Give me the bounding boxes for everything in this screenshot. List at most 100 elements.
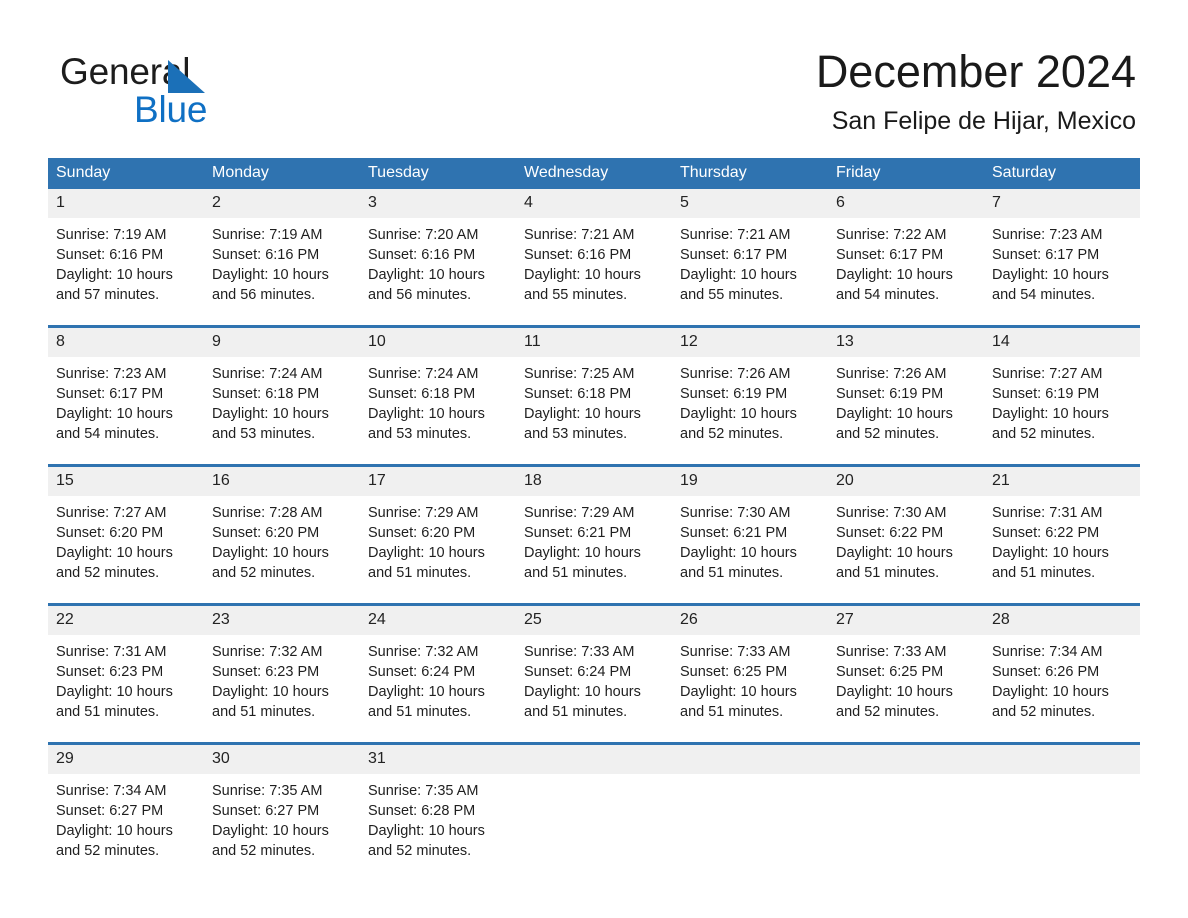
- calendar-day-cell[interactable]: 27 Sunrise: 7:33 AM Sunset: 6:25 PM Dayligh…: [828, 603, 984, 744]
- sunrise-text: Sunrise: 7:27 AM: [992, 366, 1103, 382]
- day-details: Sunrise: 7:24 AM Sunset: 6:18 PM Daylight:…: [204, 357, 360, 464]
- day-details: [984, 774, 1140, 881]
- calendar-day-cell[interactable]: 10 Sunrise: 7:24 AM Sunset: 6:18 PM Dayligh…: [360, 325, 516, 466]
- day-details: Sunrise: 7:26 AM Sunset: 6:19 PM Daylight:…: [828, 357, 984, 464]
- calendar-week-row: 15 Sunrise: 7:27 AM Sunset: 6:20 PM Dayligh…: [48, 464, 1140, 605]
- calendar-day-cell[interactable]: 29 Sunrise: 7:34 AM Sunset: 6:27 PM Dayligh…: [48, 742, 204, 881]
- day-number: 30: [204, 745, 360, 774]
- day-details: Sunrise: 7:22 AM Sunset: 6:17 PM Daylight:…: [828, 218, 984, 325]
- daylight-text-line2: and 51 minutes.: [56, 704, 160, 720]
- location-subtitle: San Felipe de Hijar, Mexico: [831, 107, 1136, 135]
- day-details: Sunrise: 7:33 AM Sunset: 6:24 PM Daylight:…: [516, 635, 672, 742]
- daylight-text-line2: and 54 minutes.: [992, 287, 1096, 303]
- calendar-day-cell[interactable]: 12 Sunrise: 7:26 AM Sunset: 6:19 PM Dayligh…: [672, 325, 828, 466]
- day-number: 1: [48, 189, 204, 218]
- daylight-text-line1: Daylight: 10 hours: [680, 684, 797, 700]
- calendar-day-cell[interactable]: 16 Sunrise: 7:28 AM Sunset: 6:20 PM Dayligh…: [204, 464, 360, 605]
- daylight-text-line2: and 56 minutes.: [368, 287, 472, 303]
- calendar-day-cell[interactable]: 22 Sunrise: 7:31 AM Sunset: 6:23 PM Dayligh…: [48, 603, 204, 744]
- daylight-text-line1: Daylight: 10 hours: [368, 545, 485, 561]
- calendar-day-cell[interactable]: 30 Sunrise: 7:35 AM Sunset: 6:27 PM Dayligh…: [204, 742, 360, 881]
- sunrise-text: Sunrise: 7:22 AM: [836, 227, 947, 243]
- day-number: [672, 745, 828, 774]
- day-number: 10: [360, 328, 516, 357]
- day-number: 12: [672, 328, 828, 357]
- calendar-day-cell[interactable]: 8 Sunrise: 7:23 AM Sunset: 6:17 PM Daylight…: [48, 325, 204, 466]
- day-number: 17: [360, 467, 516, 496]
- sunrise-text: Sunrise: 7:34 AM: [992, 644, 1103, 660]
- calendar-day-cell[interactable]: 24 Sunrise: 7:32 AM Sunset: 6:24 PM Dayligh…: [360, 603, 516, 744]
- calendar-day-cell[interactable]: 25 Sunrise: 7:33 AM Sunset: 6:24 PM Dayligh…: [516, 603, 672, 744]
- calendar-day-cell[interactable]: 17 Sunrise: 7:29 AM Sunset: 6:20 PM Dayligh…: [360, 464, 516, 605]
- day-number: 8: [48, 328, 204, 357]
- calendar-day-cell[interactable]: 11 Sunrise: 7:25 AM Sunset: 6:18 PM Dayligh…: [516, 325, 672, 466]
- daylight-text-line1: Daylight: 10 hours: [836, 684, 953, 700]
- sunrise-text: Sunrise: 7:21 AM: [524, 227, 635, 243]
- day-details: Sunrise: 7:23 AM Sunset: 6:17 PM Daylight:…: [48, 357, 204, 464]
- calendar-day-cell[interactable]: 26 Sunrise: 7:33 AM Sunset: 6:25 PM Dayligh…: [672, 603, 828, 744]
- sunset-text: Sunset: 6:18 PM: [212, 386, 320, 402]
- sunrise-text: Sunrise: 7:27 AM: [56, 505, 167, 521]
- daylight-text-line2: and 52 minutes.: [56, 843, 160, 859]
- sunset-text: Sunset: 6:20 PM: [368, 525, 476, 541]
- sunrise-text: Sunrise: 7:33 AM: [836, 644, 947, 660]
- daylight-text-line1: Daylight: 10 hours: [524, 684, 641, 700]
- day-number: 11: [516, 328, 672, 357]
- daylight-text-line1: Daylight: 10 hours: [368, 823, 485, 839]
- sunset-text: Sunset: 6:16 PM: [368, 247, 476, 263]
- daylight-text-line2: and 52 minutes.: [992, 426, 1096, 442]
- day-number: [516, 745, 672, 774]
- daylight-text-line1: Daylight: 10 hours: [212, 267, 329, 283]
- sunset-text: Sunset: 6:21 PM: [680, 525, 788, 541]
- calendar-day-cell[interactable]: 14 Sunrise: 7:27 AM Sunset: 6:19 PM Dayligh…: [984, 325, 1140, 466]
- day-number: [984, 745, 1140, 774]
- calendar-day-cell[interactable]: 23 Sunrise: 7:32 AM Sunset: 6:23 PM Dayligh…: [204, 603, 360, 744]
- sunrise-text: Sunrise: 7:24 AM: [368, 366, 479, 382]
- day-number: 24: [360, 606, 516, 635]
- calendar-day-cell[interactable]: 21 Sunrise: 7:31 AM Sunset: 6:22 PM Dayligh…: [984, 464, 1140, 605]
- calendar-day-cell[interactable]: 15 Sunrise: 7:27 AM Sunset: 6:20 PM Dayligh…: [48, 464, 204, 605]
- title-block: December 2024 San Felipe de Hijar, Mexic…: [816, 44, 1136, 138]
- day-number: 14: [984, 328, 1140, 357]
- sunrise-text: Sunrise: 7:32 AM: [368, 644, 479, 660]
- calendar-day-cell[interactable]: 9 Sunrise: 7:24 AM Sunset: 6:18 PM Daylight…: [204, 325, 360, 466]
- calendar-page: General Blue December 2024 San Felipe de…: [0, 0, 1188, 918]
- calendar-week-row: 22 Sunrise: 7:31 AM Sunset: 6:23 PM Dayligh…: [48, 603, 1140, 744]
- general-blue-logo[interactable]: General Blue: [60, 50, 320, 136]
- sunrise-text: Sunrise: 7:28 AM: [212, 505, 323, 521]
- calendar-day-cell[interactable]: 7 Sunrise: 7:23 AM Sunset: 6:17 PM Daylight…: [984, 189, 1140, 327]
- daylight-text-line2: and 53 minutes.: [212, 426, 316, 442]
- calendar-day-cell[interactable]: 4 Sunrise: 7:21 AM Sunset: 6:16 PM Daylight…: [516, 189, 672, 327]
- sunrise-text: Sunrise: 7:31 AM: [992, 505, 1103, 521]
- day-number: 25: [516, 606, 672, 635]
- calendar-day-cell[interactable]: 3 Sunrise: 7:20 AM Sunset: 6:16 PM Daylight…: [360, 189, 516, 327]
- day-number: 18: [516, 467, 672, 496]
- day-details: Sunrise: 7:20 AM Sunset: 6:16 PM Daylight:…: [360, 218, 516, 325]
- sunset-text: Sunset: 6:23 PM: [56, 664, 164, 680]
- day-number: 16: [204, 467, 360, 496]
- calendar-day-cell-empty: [828, 742, 984, 881]
- daylight-text-line1: Daylight: 10 hours: [56, 823, 173, 839]
- sunrise-text: Sunrise: 7:19 AM: [212, 227, 323, 243]
- daylight-text-line2: and 51 minutes.: [680, 565, 784, 581]
- daylight-text-line1: Daylight: 10 hours: [368, 406, 485, 422]
- daylight-text-line1: Daylight: 10 hours: [56, 545, 173, 561]
- calendar-day-cell[interactable]: 28 Sunrise: 7:34 AM Sunset: 6:26 PM Dayligh…: [984, 603, 1140, 744]
- day-details: Sunrise: 7:29 AM Sunset: 6:20 PM Daylight:…: [360, 496, 516, 603]
- day-number: 22: [48, 606, 204, 635]
- calendar-day-cell[interactable]: 19 Sunrise: 7:30 AM Sunset: 6:21 PM Dayligh…: [672, 464, 828, 605]
- calendar-day-cell[interactable]: 31 Sunrise: 7:35 AM Sunset: 6:28 PM Dayligh…: [360, 742, 516, 881]
- weekday-header-thursday: Thursday: [672, 158, 828, 189]
- calendar-day-cell[interactable]: 13 Sunrise: 7:26 AM Sunset: 6:19 PM Dayligh…: [828, 325, 984, 466]
- sunset-text: Sunset: 6:17 PM: [992, 247, 1100, 263]
- calendar-day-cell[interactable]: 20 Sunrise: 7:30 AM Sunset: 6:22 PM Dayligh…: [828, 464, 984, 605]
- sunset-text: Sunset: 6:24 PM: [368, 664, 476, 680]
- calendar-day-cell[interactable]: 1 Sunrise: 7:19 AM Sunset: 6:16 PM Daylight…: [48, 189, 204, 327]
- calendar-day-cell[interactable]: 6 Sunrise: 7:22 AM Sunset: 6:17 PM Daylight…: [828, 189, 984, 327]
- day-details: Sunrise: 7:32 AM Sunset: 6:24 PM Daylight:…: [360, 635, 516, 742]
- calendar-day-cell[interactable]: 5 Sunrise: 7:21 AM Sunset: 6:17 PM Daylight…: [672, 189, 828, 327]
- calendar-day-cell[interactable]: 18 Sunrise: 7:29 AM Sunset: 6:21 PM Dayligh…: [516, 464, 672, 605]
- daylight-text-line2: and 55 minutes.: [680, 287, 784, 303]
- calendar-day-cell[interactable]: 2 Sunrise: 7:19 AM Sunset: 6:16 PM Daylight…: [204, 189, 360, 327]
- sunset-text: Sunset: 6:18 PM: [368, 386, 476, 402]
